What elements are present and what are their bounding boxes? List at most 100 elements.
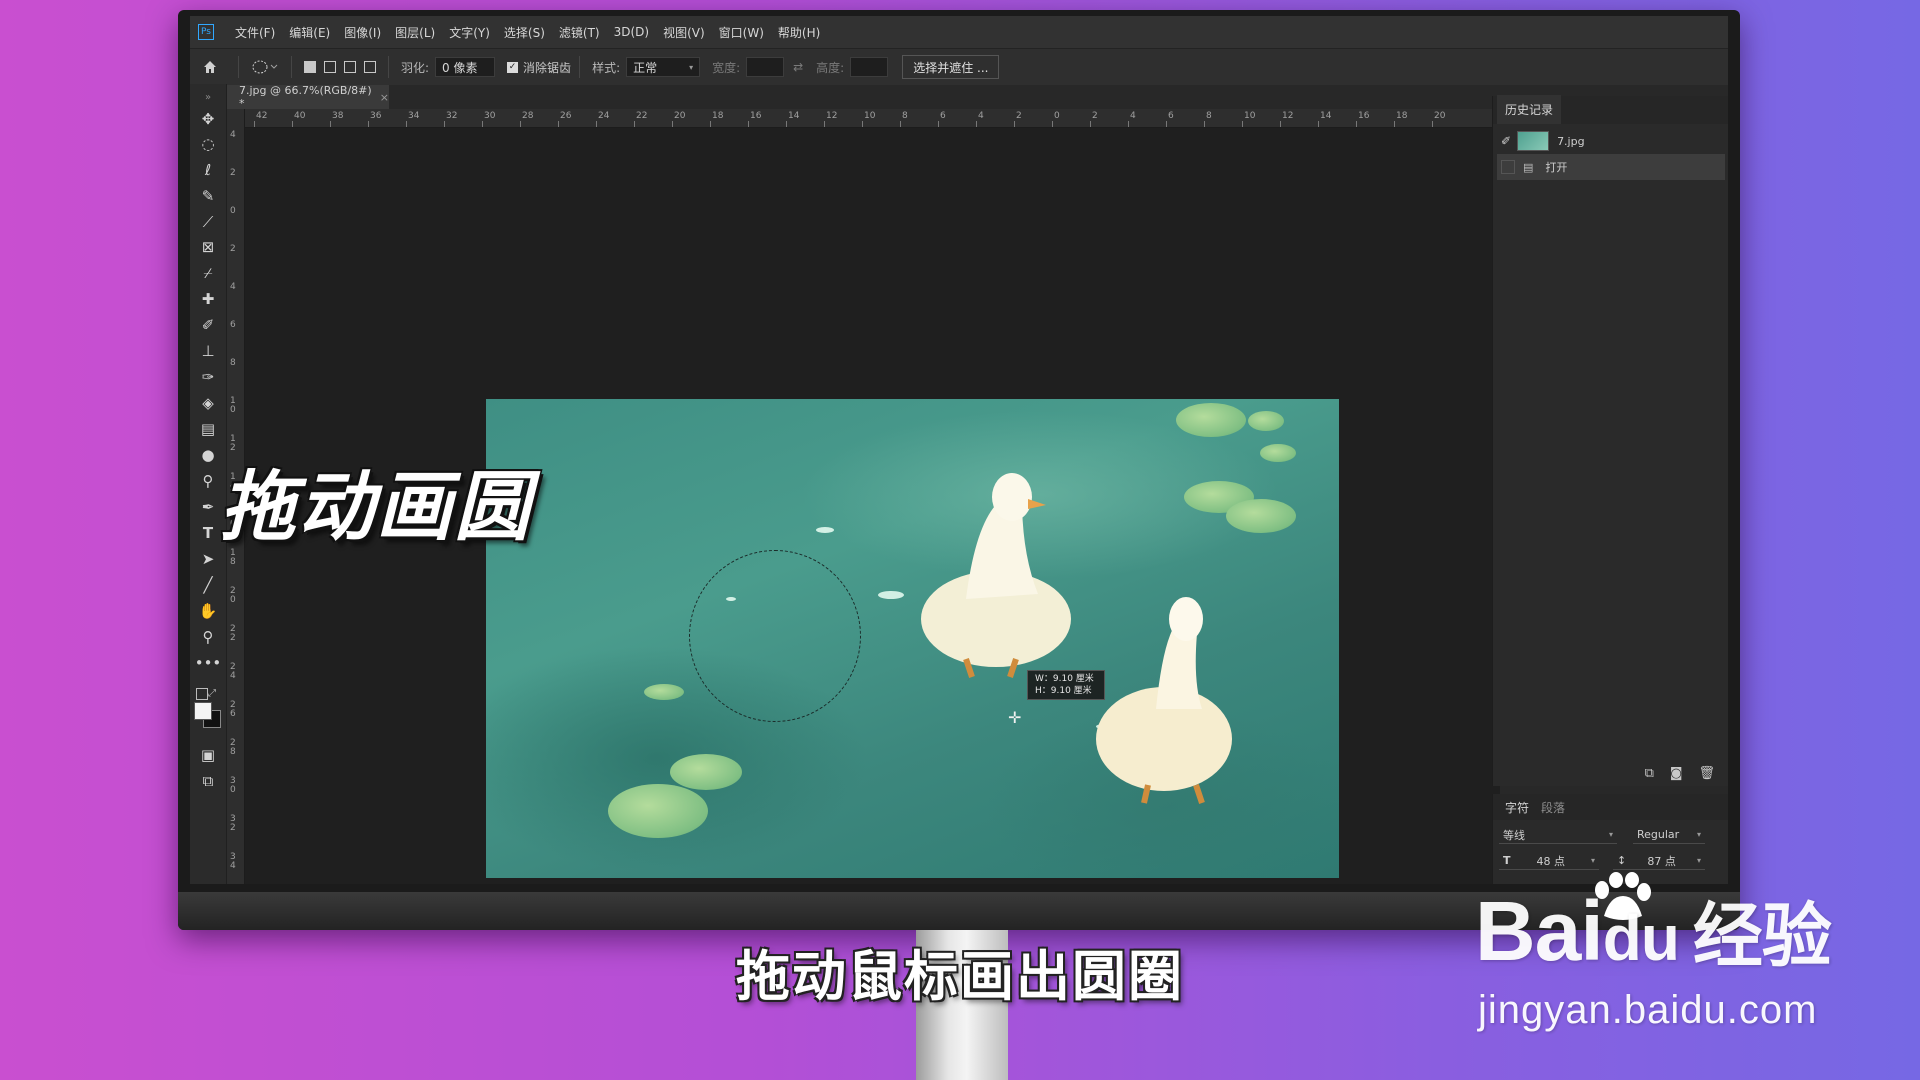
font-size-select[interactable]: T 48 点 ▾ [1499, 852, 1599, 870]
antialias-toggle[interactable]: ✓ 消除锯齿 [507, 59, 571, 76]
swap-icon[interactable]: ⇄ [784, 56, 812, 78]
history-source-checkbox[interactable] [1501, 160, 1515, 174]
character-panel: 字符 段落 等线 ▾ Regular ▾ T 48 点 ▾ ↕ 87 点 ▾ [1492, 794, 1728, 884]
lily-pad [608, 784, 708, 838]
font-style-select[interactable]: Regular ▾ [1633, 826, 1705, 844]
elliptical-selection-marquee[interactable] [689, 550, 861, 722]
feather-label: 羽化: [401, 60, 430, 75]
divider [388, 56, 389, 78]
selection-width-readout: W：9.10 厘米 [1035, 674, 1094, 684]
intersect-selection-icon[interactable] [364, 61, 376, 73]
subtract-selection-icon[interactable] [344, 61, 356, 73]
ruler-tick-label: 10 [864, 111, 876, 121]
history-panel: 历史记录 ✐ 7.jpg ▤ 打开 ⧉ ◙ 🗑 [1492, 95, 1728, 786]
move-tool-icon[interactable]: ✥ [197, 108, 219, 130]
path-selection-tool-icon[interactable]: ➤ [197, 548, 219, 570]
gradient-tool-icon[interactable]: ▤ [197, 418, 219, 440]
height-input[interactable] [850, 57, 889, 77]
style-select[interactable]: 正常 ▾ [626, 57, 701, 77]
ruler-tick-mark [672, 121, 673, 127]
ruler-tick-mark [1318, 121, 1319, 127]
document-tab[interactable]: 7.jpg @ 66.7%(RGB/8#) * × [227, 84, 389, 110]
menu-view[interactable]: 视图(V) [656, 24, 712, 41]
panel-collapse-icon[interactable]: » [197, 86, 219, 108]
camera-icon[interactable]: ◙ [1670, 766, 1683, 781]
quick-mask-icon[interactable]: ▣ [197, 744, 219, 766]
menu-filter[interactable]: 滤镜(T) [552, 24, 607, 41]
healing-brush-tool-icon[interactable]: ✚ [197, 288, 219, 310]
ruler-tick-label: 40 [294, 111, 306, 121]
ruler-tick-label: 2 4 [230, 662, 236, 681]
antialias-checkbox-icon[interactable]: ✓ [507, 61, 519, 73]
menu-3d[interactable]: 3D(D) [607, 25, 656, 39]
menu-select[interactable]: 选择(S) [497, 24, 552, 41]
menu-edit[interactable]: 编辑(E) [282, 24, 337, 41]
logo-text-du: du [1602, 902, 1680, 974]
new-selection-icon[interactable] [304, 61, 316, 73]
history-snapshot-row[interactable]: ✐ 7.jpg [1497, 128, 1725, 154]
pen-tool-icon[interactable]: ✒ [197, 496, 219, 518]
new-document-from-state-icon[interactable]: ⧉ [1645, 766, 1654, 781]
ruler-tick-label: 2 [1016, 111, 1022, 121]
ps-logo-icon: Ps [198, 24, 214, 40]
elliptical-marquee-tool-icon[interactable]: ◌ [197, 133, 219, 155]
ruler-tick-mark [824, 121, 825, 127]
select-and-mask-button[interactable]: 选择并遮住 ... [902, 55, 1000, 79]
ruler-tick-mark [368, 121, 369, 127]
eraser-tool-icon[interactable]: ◈ [197, 392, 219, 414]
ruler-tick-label: 18 [712, 111, 724, 121]
water-sparkle [878, 591, 904, 599]
divider [291, 56, 292, 78]
trash-icon[interactable]: 🗑 [1698, 766, 1715, 781]
eyedropper-tool-icon[interactable]: ⌿ [197, 262, 219, 284]
screen-mode-icon[interactable]: ⧉ [197, 770, 219, 792]
swap-colors-icon[interactable]: ⤢ [208, 688, 216, 699]
menu-image[interactable]: 图像(I) [337, 24, 388, 41]
tab-paragraph[interactable]: 段落 [1535, 795, 1571, 820]
leading-icon: ↕ [1617, 854, 1627, 867]
more-tools-icon[interactable]: ••• [195, 652, 222, 674]
ruler-tick-mark [862, 121, 863, 127]
ruler-horizontal[interactable]: 42 40 38 36 34 32 30 28 26 24 22 20 18 16 14 12 10 8 6 4 2 0 2… [244, 109, 1500, 128]
foreground-color-swatch[interactable] [194, 702, 212, 720]
ruler-tick-mark [596, 121, 597, 127]
hand-tool-icon[interactable]: ✋ [197, 600, 219, 622]
menu-type[interactable]: 文字(Y) [442, 24, 497, 41]
default-colors-icon[interactable] [196, 688, 208, 700]
clone-stamp-tool-icon[interactable]: ⊥ [197, 340, 219, 362]
blur-tool-icon[interactable]: ● [197, 444, 219, 466]
home-icon[interactable] [190, 56, 230, 78]
close-icon[interactable]: × [380, 91, 389, 104]
ruler-tick-label: 12 [1282, 111, 1294, 121]
width-input[interactable] [746, 57, 785, 77]
history-brush-source-icon[interactable]: ✐ [1501, 134, 1511, 148]
leading-select[interactable]: ↕ 87 点 ▾ [1613, 852, 1705, 870]
menu-file[interactable]: 文件(F) [228, 24, 282, 41]
zoom-tool-icon[interactable]: ⚲ [197, 626, 219, 648]
ruler-tick-label: 28 [522, 111, 534, 121]
lasso-tool-icon[interactable]: ℓ [197, 159, 219, 181]
document-image[interactable]: W：9.10 厘米 H：9.10 厘米 ✛ [486, 399, 1339, 878]
history-step-row[interactable]: ▤ 打开 [1497, 154, 1725, 180]
quick-selection-tool-icon[interactable]: ✎ [197, 185, 219, 207]
menu-window[interactable]: 窗口(W) [712, 24, 771, 41]
menu-help[interactable]: 帮助(H) [771, 24, 827, 41]
add-selection-icon[interactable] [324, 61, 336, 73]
line-tool-icon[interactable]: ╱ [197, 574, 219, 596]
ruler-tick-mark [748, 121, 749, 127]
ruler-tick-label: 24 [598, 111, 610, 121]
type-tool-icon[interactable]: T [197, 522, 219, 544]
brush-tool-icon[interactable]: ✐ [197, 314, 219, 336]
dodge-tool-icon[interactable]: ⚲ [197, 470, 219, 492]
tab-character[interactable]: 字符 [1499, 795, 1535, 820]
menu-layer[interactable]: 图层(L) [388, 24, 442, 41]
ruler-tick-mark [1242, 121, 1243, 127]
ruler-tick-label: 16 [750, 111, 762, 121]
font-family-select[interactable]: 等线 ▾ [1499, 826, 1617, 844]
history-brush-tool-icon[interactable]: ✑ [197, 366, 219, 388]
frame-tool-icon[interactable]: ⊠ [197, 236, 219, 258]
feather-input[interactable]: 0 像素 [435, 57, 496, 77]
elliptical-marquee-preset-icon[interactable] [247, 56, 283, 78]
tab-history[interactable]: 历史记录 [1497, 95, 1562, 124]
crop-tool-icon[interactable]: ⟋ [197, 211, 219, 233]
